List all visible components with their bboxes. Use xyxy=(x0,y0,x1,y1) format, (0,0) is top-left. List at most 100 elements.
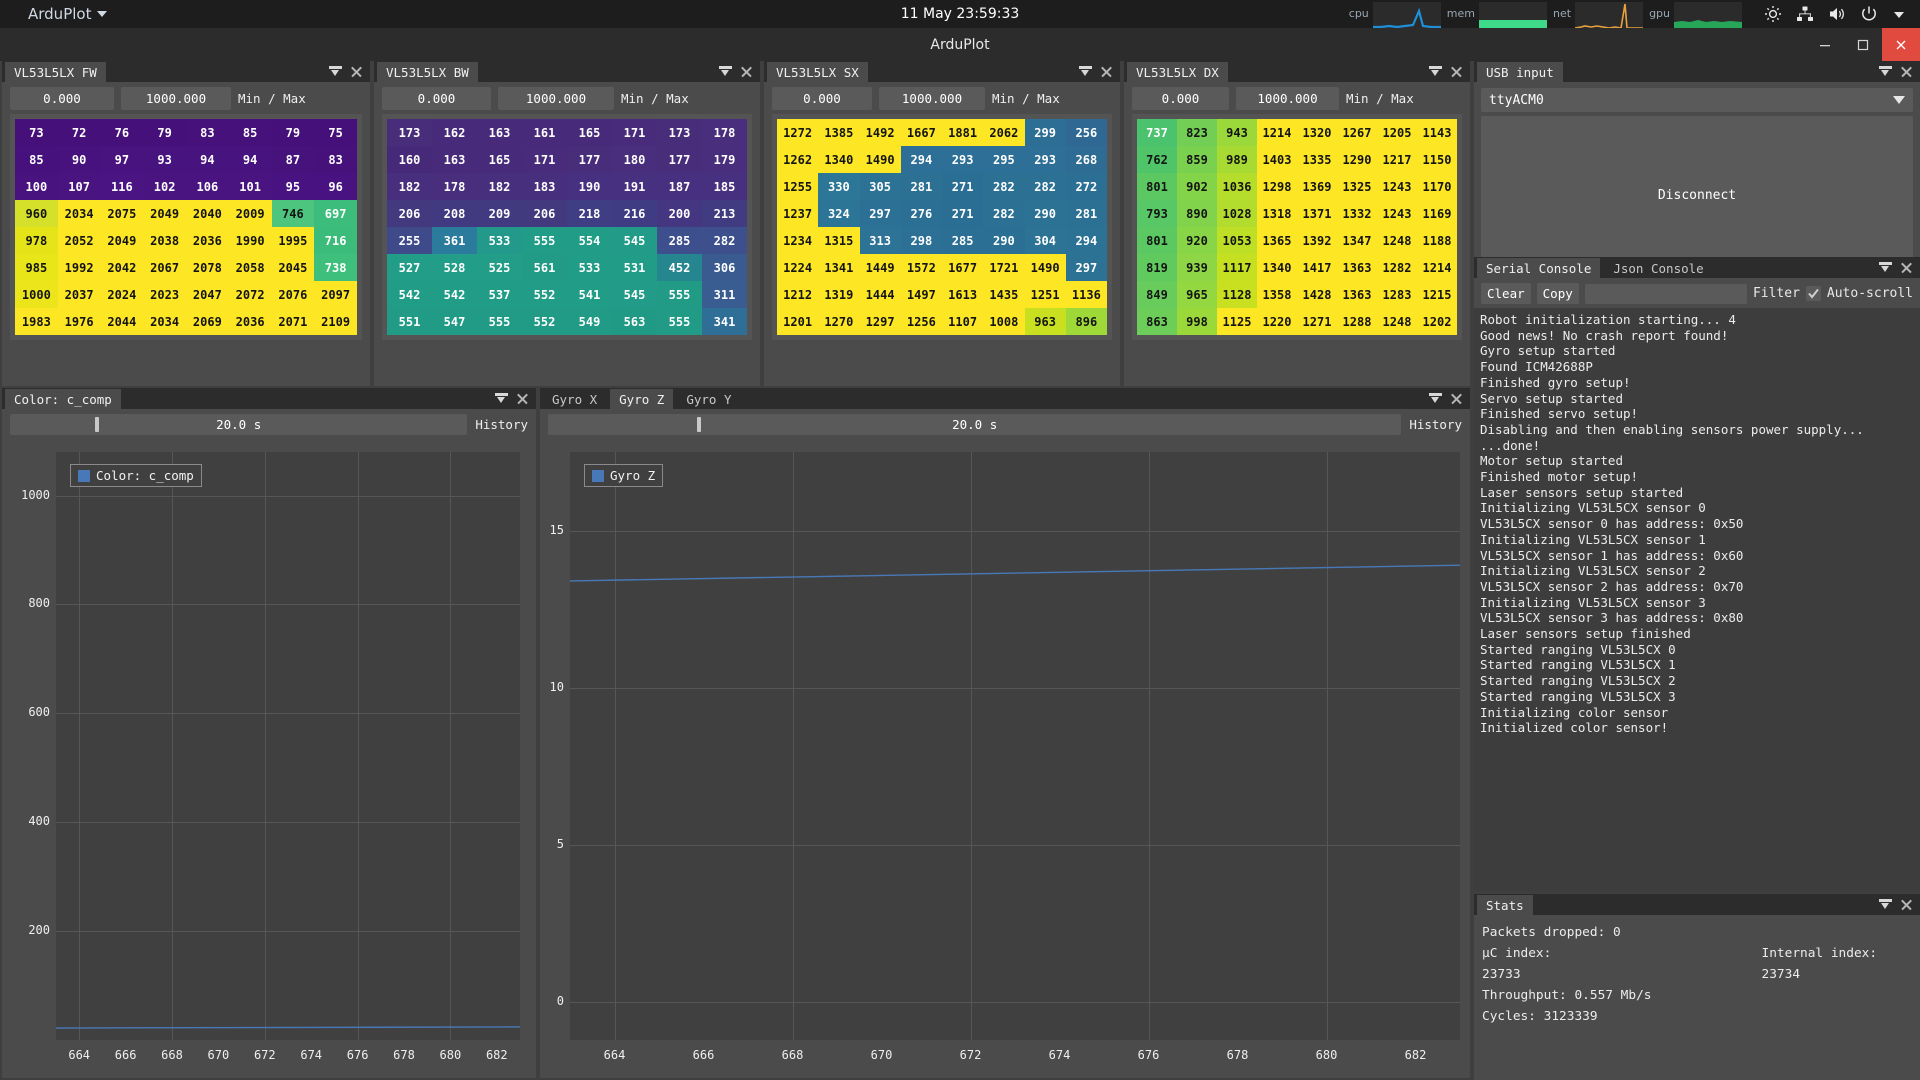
panel-menu-icon[interactable] xyxy=(719,66,732,77)
sensor-panel-tab[interactable]: VL53L5LX DX xyxy=(1127,62,1228,82)
heat-cell: 552 xyxy=(522,281,567,308)
panel-menu-icon[interactable] xyxy=(1079,66,1092,77)
close-button[interactable] xyxy=(1882,28,1920,61)
heat-cell: 1170 xyxy=(1417,173,1457,200)
heat-cell: 97 xyxy=(101,146,144,173)
sensor-panel: VL53L5LX BW 0.000 1000.000 Min / Max 173… xyxy=(374,61,760,386)
heat-cell: 1282 xyxy=(1377,254,1417,281)
heat-cell: 1008 xyxy=(983,308,1024,335)
plot-tab[interactable]: Gyro Z xyxy=(610,389,673,409)
heat-cell: 268 xyxy=(1066,146,1107,173)
panel-menu-icon[interactable] xyxy=(495,393,508,404)
heat-cell: 737 xyxy=(1137,119,1177,146)
plot-tab[interactable]: Gyro Y xyxy=(677,389,740,409)
mem-monitor[interactable]: mem xyxy=(1441,0,1547,28)
close-icon[interactable] xyxy=(1900,261,1913,274)
console-output[interactable]: Robot initialization starting... 4 Good … xyxy=(1474,308,1920,891)
heat-cell: 1036 xyxy=(1217,173,1257,200)
heat-cell: 180 xyxy=(612,146,657,173)
heat-cell: 1613 xyxy=(942,281,983,308)
plot-tab[interactable]: Gyro X xyxy=(543,389,606,409)
slider-knob[interactable] xyxy=(697,417,701,432)
history-slider[interactable]: 20.0 s xyxy=(10,414,467,435)
tab-serial-console[interactable]: Serial Console xyxy=(1477,258,1600,278)
heat-cell: 1335 xyxy=(1297,146,1337,173)
minmax-row: 0.000 1000.000 Min / Max xyxy=(764,82,1120,114)
close-icon[interactable] xyxy=(350,65,363,78)
close-icon[interactable] xyxy=(1900,65,1913,78)
slider-knob[interactable] xyxy=(95,417,99,432)
panel-menu-icon[interactable] xyxy=(1879,262,1892,273)
sensor-panel-tab[interactable]: VL53L5LX SX xyxy=(767,62,868,82)
clear-button[interactable]: Clear xyxy=(1481,283,1531,304)
disconnect-button[interactable]: Disconnect xyxy=(1481,116,1913,274)
close-icon[interactable] xyxy=(516,392,529,405)
uc-index: µC index: 23733 xyxy=(1482,943,1590,985)
serial-port-select[interactable]: ttyACM0 xyxy=(1481,88,1913,112)
disconnect-label: Disconnect xyxy=(1658,188,1736,203)
history-slider[interactable]: 20.0 s xyxy=(548,414,1401,435)
panel-menu-icon[interactable] xyxy=(329,66,342,77)
plot-tab[interactable]: Color: c_comp xyxy=(5,389,121,409)
power-icon[interactable] xyxy=(1860,5,1878,23)
minmax-label: Min / Max xyxy=(621,91,689,106)
heat-cell: 161 xyxy=(522,119,567,146)
stats-tab[interactable]: Stats xyxy=(1477,895,1533,915)
panel-menu-icon[interactable] xyxy=(1429,66,1442,77)
panel-menu-icon[interactable] xyxy=(1879,66,1892,77)
network-icon[interactable] xyxy=(1796,5,1814,23)
heat-cell: 173 xyxy=(387,119,432,146)
heat-cell: 281 xyxy=(1066,200,1107,227)
sensor-panel-header: VL53L5LX BW xyxy=(374,61,760,82)
x-axis-tick: 676 xyxy=(333,1048,383,1062)
minmax-label: Min / Max xyxy=(238,91,306,106)
x-axis-tick: 676 xyxy=(1124,1048,1174,1062)
heat-cell: 537 xyxy=(477,281,522,308)
sensor-panel-tab[interactable]: VL53L5LX FW xyxy=(5,62,106,82)
max-input[interactable]: 1000.000 xyxy=(879,87,985,110)
app-title-bar: ArduPlot xyxy=(0,28,1920,61)
tab-json-console[interactable]: Json Console xyxy=(1604,258,1712,278)
panel-menu-icon[interactable] xyxy=(1879,899,1892,910)
heat-cell: 1369 xyxy=(1297,173,1337,200)
sensor-panel-tab[interactable]: VL53L5LX BW xyxy=(377,62,478,82)
brightness-icon[interactable] xyxy=(1764,5,1782,23)
minimize-button[interactable] xyxy=(1806,28,1844,61)
filter-input[interactable] xyxy=(1585,284,1747,304)
usb-input-tab[interactable]: USB input xyxy=(1477,62,1563,82)
heat-cell: 177 xyxy=(657,146,702,173)
heat-cell: 1251 xyxy=(1025,281,1066,308)
max-input[interactable]: 1000.000 xyxy=(498,87,614,110)
autoscroll-checkbox[interactable] xyxy=(1806,286,1821,301)
min-input[interactable]: 0.000 xyxy=(1132,87,1229,110)
panel-menu-icon[interactable] xyxy=(1429,393,1442,404)
gpu-monitor[interactable]: gpu xyxy=(1643,0,1742,28)
heat-cell: 2034 xyxy=(58,200,101,227)
plot-canvas[interactable]: Gyro Z xyxy=(570,452,1460,1040)
copy-button[interactable]: Copy xyxy=(1537,283,1579,304)
minmax-row: 0.000 1000.000 Min / Max xyxy=(374,82,760,114)
x-axis-tick: 682 xyxy=(472,1048,522,1062)
volume-icon[interactable] xyxy=(1828,5,1846,23)
heat-cell: 1297 xyxy=(860,308,901,335)
cpu-monitor[interactable]: cpu xyxy=(1343,0,1441,28)
app-menu-button[interactable]: ArduPlot xyxy=(28,5,107,23)
maximize-button[interactable] xyxy=(1844,28,1882,61)
close-icon[interactable] xyxy=(740,65,753,78)
min-input[interactable]: 0.000 xyxy=(382,87,491,110)
close-icon[interactable] xyxy=(1450,65,1463,78)
close-icon[interactable] xyxy=(1900,898,1913,911)
min-input[interactable]: 0.000 xyxy=(10,87,114,110)
max-input[interactable]: 1000.000 xyxy=(121,87,231,110)
heat-cell: 525 xyxy=(477,254,522,281)
min-input[interactable]: 0.000 xyxy=(772,87,872,110)
heat-cell: 1205 xyxy=(1377,119,1417,146)
chevron-down-icon[interactable] xyxy=(1892,7,1906,21)
heat-cell: 1288 xyxy=(1337,308,1377,335)
net-monitor[interactable]: net xyxy=(1547,0,1643,28)
close-icon[interactable] xyxy=(1450,392,1463,405)
close-icon[interactable] xyxy=(1100,65,1113,78)
heat-cell: 1371 xyxy=(1297,200,1337,227)
plot-canvas[interactable]: Color: c_comp xyxy=(56,452,520,1040)
max-input[interactable]: 1000.000 xyxy=(1236,87,1339,110)
